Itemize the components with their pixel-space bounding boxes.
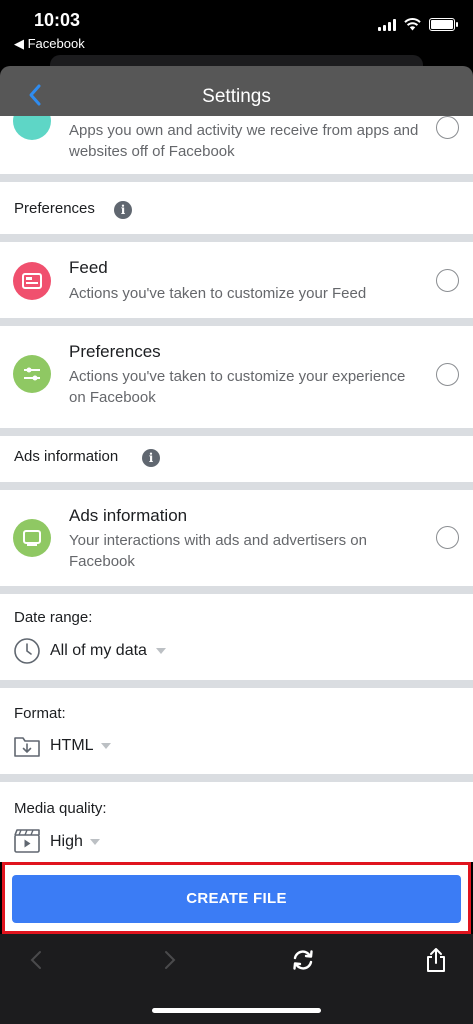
status-bar: 10:03 ◀ Facebook (0, 0, 473, 62)
media-quality-select[interactable]: High (50, 833, 83, 851)
folder-download-icon (14, 737, 40, 757)
media-quality-label: Media quality: (14, 800, 107, 817)
divider (0, 586, 473, 594)
home-indicator[interactable] (152, 1008, 321, 1013)
video-clapper-icon (14, 829, 40, 853)
date-range-label: Date range: (14, 609, 93, 626)
reload-icon (293, 950, 313, 970)
divider (0, 234, 473, 242)
item-description: Your interactions with ads and advertise… (69, 532, 367, 570)
date-range-section: Date range: All of my data (0, 594, 473, 680)
status-time: 10:03 (34, 10, 81, 30)
item-title: Preferences (69, 342, 161, 361)
divider (0, 318, 473, 326)
section-header-preferences: Preferences i (0, 182, 473, 234)
preferences-radio[interactable] (436, 363, 459, 386)
apps-websites-radio[interactable] (436, 116, 459, 139)
list-item-preferences[interactable]: Preferences Actions you've taken to cust… (0, 326, 473, 428)
section-title: Preferences (14, 200, 95, 217)
create-file-button[interactable]: CREATE FILE (12, 875, 461, 923)
divider (0, 680, 473, 688)
media-quality-section: Media quality: High (0, 782, 473, 862)
sliders-icon (13, 355, 51, 393)
battery-icon (429, 18, 458, 31)
list-item-feed[interactable]: Feed Actions you've taken to customize y… (0, 242, 473, 318)
divider (0, 774, 473, 782)
share-icon (427, 948, 445, 972)
info-icon[interactable]: i (114, 201, 132, 219)
date-range-select[interactable]: All of my data (50, 642, 147, 660)
item-title: Ads information (69, 506, 188, 525)
section-title: Ads information (14, 448, 119, 465)
status-icons (378, 18, 458, 31)
divider (0, 428, 473, 436)
reload-button[interactable] (285, 942, 321, 978)
ads-screen-icon (13, 519, 51, 557)
caret-down-icon[interactable] (156, 648, 166, 654)
list-item-ads-information[interactable]: Ads information Your interactions with a… (0, 490, 473, 586)
item-description: Actions you've taken to customize your e… (69, 368, 406, 406)
list-item-apps-websites[interactable]: Apps you own and activity we receive fro… (0, 116, 473, 174)
page-title: Settings (202, 86, 271, 107)
ads-information-radio[interactable] (436, 526, 459, 549)
item-title: Feed (69, 258, 108, 277)
create-file-highlight: CREATE FILE (2, 862, 471, 934)
feed-radio[interactable] (436, 269, 459, 292)
chevron-left-icon (30, 951, 41, 969)
format-select[interactable]: HTML (50, 737, 94, 755)
item-description: Actions you've taken to customize your F… (69, 285, 367, 302)
caret-down-icon[interactable] (90, 839, 100, 845)
cellular-signal-icon (378, 18, 396, 31)
caret-down-icon[interactable] (101, 743, 111, 749)
format-section: Format: HTML (0, 688, 473, 774)
divider (0, 482, 473, 490)
settings-content[interactable]: Apps you own and activity we receive fro… (0, 116, 473, 862)
back-to-facebook-link[interactable]: ◀ Facebook (14, 36, 85, 52)
globe-icon (13, 116, 51, 140)
divider (0, 174, 473, 182)
format-label: Format: (14, 705, 66, 722)
chevron-right-icon (165, 951, 176, 969)
browser-forward-button[interactable] (152, 942, 188, 978)
share-button[interactable] (418, 942, 454, 978)
browser-back-button[interactable] (18, 942, 54, 978)
feed-icon (13, 262, 51, 300)
item-description: Apps you own and activity we receive fro… (69, 122, 419, 160)
info-icon[interactable]: i (142, 449, 160, 467)
clock-icon (14, 638, 40, 664)
wifi-icon (404, 18, 421, 31)
